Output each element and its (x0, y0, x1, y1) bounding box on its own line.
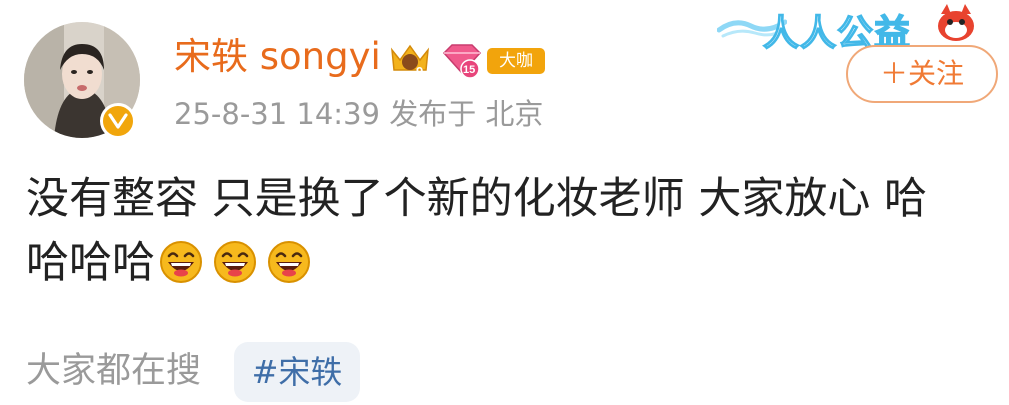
hashtag-link[interactable]: #宋轶 (234, 342, 360, 402)
post-text-line-1: 没有整容 只是换了个新的化妆老师 大家放心 哈 (26, 174, 928, 224)
post-timestamp-location: 25-8-31 14:39 发布于 北京 (174, 97, 544, 131)
laughing-face-icon (160, 241, 202, 283)
post-content: 没有整容 只是换了个新的化妆老师 大家放心 哈 哈哈哈 (26, 167, 986, 295)
charity-banner[interactable]: 人人公益 (705, 0, 1009, 55)
crown-level-badge-icon: 9 (391, 44, 429, 79)
svg-text:15: 15 (463, 64, 475, 76)
trending-search-label: 大家都在搜 (26, 351, 202, 391)
laughing-face-icon (214, 241, 256, 283)
diamond-level-badge-icon: 15 (442, 44, 482, 79)
laughing-face-icon (268, 241, 310, 283)
verified-v-icon (100, 103, 136, 139)
post-text-line-2: 哈哈哈 (26, 231, 986, 295)
post-text-line-2-text: 哈哈哈 (26, 238, 155, 288)
follow-button[interactable]: ＋关注 (846, 45, 998, 103)
vip-tag-badge: 大咖 (487, 48, 545, 74)
svg-text:9: 9 (416, 64, 423, 79)
user-name[interactable]: 宋轶 songyi (174, 38, 381, 75)
fox-mascot-icon (938, 4, 974, 41)
